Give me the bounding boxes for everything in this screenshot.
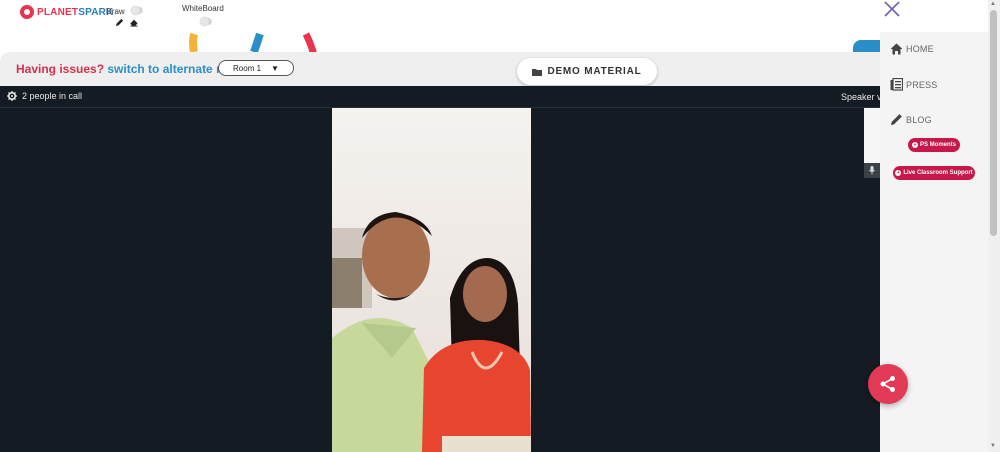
live-classroom-support-label: Live Classroom Support bbox=[903, 170, 973, 176]
logo-mark-icon bbox=[20, 5, 34, 19]
room-select-value: Room 1 bbox=[233, 63, 262, 73]
issue-bar: Having issues? switch to alternate room … bbox=[0, 52, 880, 86]
share-button[interactable] bbox=[868, 364, 908, 404]
video-call-area: 2 people in call Speaker vi bbox=[0, 86, 884, 452]
plus-circle-icon: + bbox=[895, 170, 902, 176]
menu-item-blog[interactable]: BLOG bbox=[890, 113, 932, 126]
folder-icon bbox=[532, 68, 543, 76]
scroll-up-arrow-icon[interactable]: ▲ bbox=[990, 1, 996, 7]
demo-material-button[interactable]: DEMO MATERIAL bbox=[517, 58, 657, 85]
menu-item-press[interactable]: PRESS bbox=[890, 78, 938, 91]
mini-tile-mic-icon bbox=[864, 163, 880, 178]
eraser-tool-icon[interactable] bbox=[129, 18, 139, 27]
top-bar: PLANETSPARK Draw WhiteBoard bbox=[0, 0, 988, 32]
ps-moments-label: PS Moments bbox=[919, 142, 956, 148]
menu-item-blog-label: BLOG bbox=[906, 114, 932, 125]
close-icon[interactable] bbox=[882, 0, 902, 18]
share-icon bbox=[880, 376, 895, 392]
newspaper-icon bbox=[890, 78, 903, 91]
ps-moments-button[interactable]: + PS Moments bbox=[908, 138, 960, 152]
people-in-call: 2 people in call bbox=[22, 91, 83, 101]
pencil-icon bbox=[891, 114, 902, 125]
menu-item-press-label: PRESS bbox=[906, 79, 938, 90]
planetspark-logo[interactable]: PLANETSPARK bbox=[20, 5, 113, 19]
demo-material-label: DEMO MATERIAL bbox=[547, 66, 642, 77]
participant-video bbox=[332, 108, 531, 452]
plus-circle-icon: + bbox=[911, 142, 918, 148]
logo-text-planet: PLANET bbox=[37, 6, 79, 18]
pencil-tool-icon[interactable] bbox=[115, 18, 124, 27]
video-frame-image bbox=[332, 212, 531, 452]
menu-item-home-label: HOME bbox=[906, 44, 934, 54]
draw-label: Draw bbox=[106, 7, 125, 16]
home-icon bbox=[890, 43, 903, 55]
room-select[interactable]: Room 1 ▼ bbox=[218, 60, 294, 76]
draw-toggle[interactable] bbox=[131, 6, 143, 15]
issue-prefix: Having issues? bbox=[16, 62, 105, 76]
live-classroom-support-button[interactable]: + Live Classroom Support bbox=[893, 166, 975, 180]
speaker-view-toggle[interactable]: Speaker vi bbox=[841, 92, 884, 102]
scrollbar-thumb[interactable] bbox=[990, 10, 997, 236]
whiteboard-label: WhiteBoard bbox=[182, 4, 224, 13]
call-header: 2 people in call Speaker vi bbox=[0, 86, 884, 108]
caret-down-icon: ▼ bbox=[271, 63, 279, 73]
scroll-down-arrow-icon[interactable]: ▼ bbox=[990, 443, 996, 449]
whiteboard-toggle[interactable] bbox=[200, 17, 212, 26]
menu-item-home[interactable]: HOME bbox=[890, 43, 934, 55]
gear-icon[interactable] bbox=[7, 91, 17, 101]
